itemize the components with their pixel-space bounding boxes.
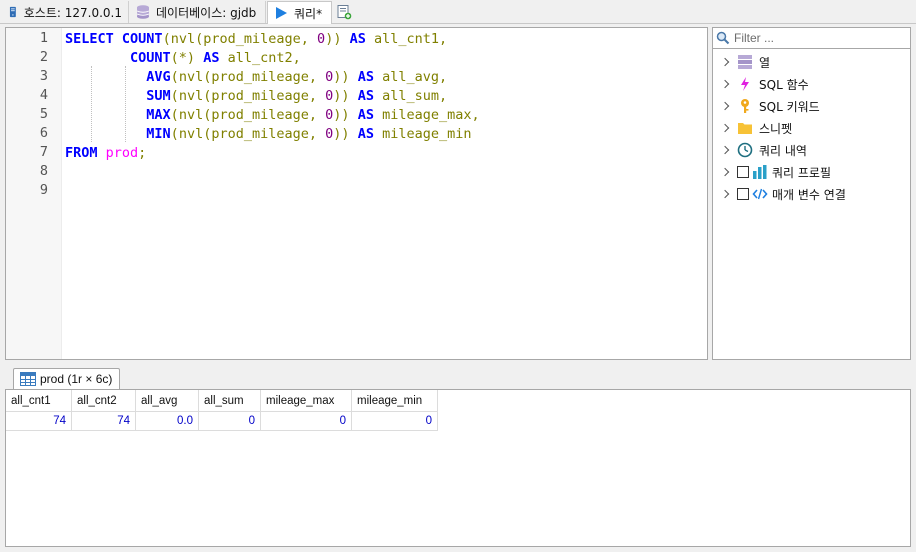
query-tab-label: 쿼리*	[294, 6, 323, 21]
database-icon	[136, 5, 150, 19]
helper-panel: 열 SQL 함수 SQL 키워드 스니펫 쿼리 내역	[712, 27, 911, 360]
tree-item-query-history[interactable]: 쿼리 내역	[721, 140, 807, 160]
filter-bar	[713, 28, 910, 49]
table-cell[interactable]: 0.0	[136, 412, 199, 431]
code-line: SELECT COUNT(nvl(prod_mileage, 0)) AS al…	[65, 31, 448, 47]
play-icon	[276, 7, 287, 19]
result-grid[interactable]: all_cnt1 all_cnt2 all_avg all_sum mileag…	[5, 389, 911, 547]
database-tab-label: 데이터베이스: gjdb	[156, 5, 257, 20]
code-line: MIN(nvl(prod_mileage, 0)) AS mileage_min	[146, 126, 472, 142]
result-tab-label: prod (1r × 6c)	[40, 372, 113, 386]
result-tab-bar: prod (1r × 6c)	[5, 368, 911, 389]
tree-item-label: SQL 함수	[759, 77, 809, 92]
line-number: 2	[39, 49, 48, 65]
chevron-right-icon[interactable]	[721, 189, 731, 199]
code-line: SUM(nvl(prod_mileage, 0)) AS all_sum,	[146, 88, 448, 104]
columns-icon	[738, 55, 752, 69]
table-cell[interactable]: 0	[261, 412, 352, 431]
tree-item-sql-keywords[interactable]: SQL 키워드	[721, 96, 820, 116]
clock-icon	[737, 142, 753, 158]
result-tab[interactable]: prod (1r × 6c)	[13, 368, 120, 389]
query-tab[interactable]: 쿼리*	[267, 1, 332, 24]
database-tab[interactable]: 데이터베이스: gjdb	[130, 1, 266, 23]
tree-item-label: 스니펫	[759, 121, 793, 136]
tree-item-label: 매개 변수 연결	[772, 187, 846, 202]
tree-item-label: 열	[759, 55, 771, 70]
bar-chart-icon	[753, 165, 767, 179]
tree-item-label: 쿼리 내역	[759, 143, 807, 158]
tree-item-columns[interactable]: 열	[721, 52, 770, 72]
table-cell[interactable]: 74	[72, 412, 136, 431]
chevron-right-icon[interactable]	[721, 79, 731, 89]
query-profile-checkbox[interactable]	[737, 166, 749, 178]
column-header[interactable]: all_cnt1	[6, 390, 72, 412]
table-icon	[20, 372, 36, 386]
chevron-right-icon[interactable]	[721, 57, 731, 67]
column-header[interactable]: all_avg	[136, 390, 199, 412]
key-icon	[741, 99, 749, 113]
tree-item-query-profile[interactable]: 쿼리 프로필	[721, 162, 831, 182]
chevron-right-icon[interactable]	[721, 167, 731, 177]
line-number: 6	[39, 125, 48, 141]
folder-icon	[738, 123, 752, 134]
table-cell[interactable]: 74	[6, 412, 72, 431]
line-number: 1	[39, 30, 48, 46]
line-number: 5	[39, 106, 48, 122]
code-line: AVG(nvl(prod_mileage, 0)) AS all_avg,	[146, 69, 448, 85]
host-tab[interactable]: 호스트: 127.0.0.1	[2, 1, 129, 23]
host-tab-label: 호스트: 127.0.0.1	[23, 5, 122, 20]
search-icon	[716, 31, 730, 45]
chevron-right-icon[interactable]	[721, 123, 731, 133]
sql-editor[interactable]: 1 2 3 4 5 6 7 8 9 SELECT COUNT(nvl(prod_…	[5, 27, 708, 360]
chevron-right-icon[interactable]	[721, 145, 731, 155]
tree-item-label: 쿼리 프로필	[772, 165, 832, 180]
line-number-gutter: 1 2 3 4 5 6 7 8 9	[6, 28, 62, 359]
line-number: 9	[39, 182, 48, 198]
tree-item-bind-parameters[interactable]: 매개 변수 연결	[721, 184, 846, 204]
lightning-icon	[741, 77, 749, 91]
code-line: FROM prod;	[65, 145, 147, 161]
tree-item-label: SQL 키워드	[759, 99, 820, 114]
line-number: 8	[39, 163, 48, 179]
chevron-right-icon[interactable]	[721, 101, 731, 111]
code-line: COUNT(*) AS all_cnt2,	[130, 50, 301, 66]
new-query-icon	[337, 5, 352, 20]
line-number: 4	[39, 87, 48, 103]
filter-input[interactable]	[734, 31, 904, 45]
line-number: 3	[39, 68, 48, 84]
column-header[interactable]: all_sum	[199, 390, 261, 412]
new-query-tab-button[interactable]	[333, 1, 355, 23]
table-cell[interactable]: 0	[352, 412, 438, 431]
code-line: MAX(nvl(prod_mileage, 0)) AS mileage_max…	[146, 107, 480, 123]
table-cell[interactable]: 0	[199, 412, 261, 431]
connection-tab-bar: 호스트: 127.0.0.1 데이터베이스: gjdb 쿼리*	[0, 0, 916, 24]
column-header[interactable]: mileage_min	[352, 390, 438, 412]
code-area[interactable]: SELECT COUNT(nvl(prod_mileage, 0)) AS al…	[65, 28, 707, 359]
code-icon	[752, 188, 768, 200]
bind-parameters-checkbox[interactable]	[737, 188, 749, 200]
tree-item-sql-functions[interactable]: SQL 함수	[721, 74, 809, 94]
column-header[interactable]: all_cnt2	[72, 390, 136, 412]
column-header[interactable]: mileage_max	[261, 390, 352, 412]
tree-item-snippets[interactable]: 스니펫	[721, 118, 792, 138]
server-icon	[9, 6, 16, 18]
line-number: 7	[39, 144, 48, 160]
